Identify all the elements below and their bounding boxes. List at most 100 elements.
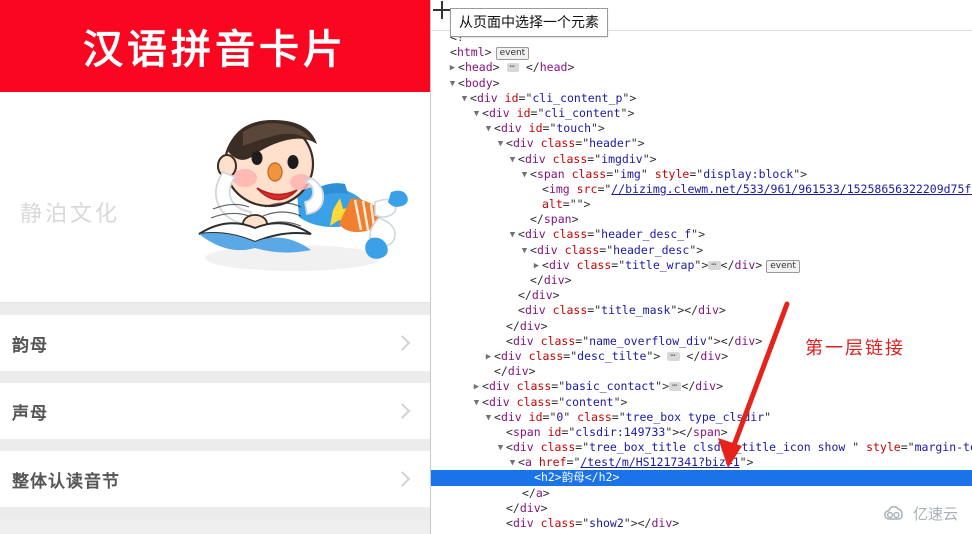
attr-name: class [516, 379, 552, 394]
list-item[interactable]: 整体认读音节 [0, 451, 430, 507]
attr-value-link[interactable]: //bizimg.clewm.net/533/961/961533/152586… [611, 182, 972, 196]
attr-value-link[interactable]: /test/m/HS1217341?biz=1 [580, 455, 739, 469]
attr-name: id [547, 424, 562, 439]
boy-reading-illustration [198, 120, 408, 271]
dom-line[interactable]: <a href="/test/m/HS1217341?biz=1"> [431, 455, 972, 470]
dom-line[interactable]: <div class="tree_box_title clsdir_title_… [431, 440, 972, 455]
tag-name: div [548, 257, 570, 272]
dom-tree[interactable]: <! <html>event <head> ⋯ </head> <body> <… [431, 30, 972, 534]
dom-line[interactable]: <span id="clsdir:149733"></span> [431, 425, 972, 440]
collapse-twisty[interactable] [507, 456, 518, 471]
list-item[interactable]: 声母 [0, 383, 430, 439]
tag-name: div [734, 333, 756, 348]
attr-value: margin-top: 0px; [914, 440, 972, 455]
list-item-label: 声母 [12, 403, 48, 424]
attr-name: class [552, 303, 588, 318]
collapse-twisty[interactable] [471, 107, 482, 122]
dom-line[interactable]: <div class="header"> [431, 136, 972, 151]
expand-twisty[interactable] [531, 259, 542, 274]
annotation-label: 第一层链接 [805, 338, 905, 359]
attr-value: display:block [703, 166, 794, 181]
dom-line[interactable]: </span> [431, 212, 972, 227]
attr-value: header_desc [613, 242, 690, 257]
attr-value: title_wrap [625, 257, 695, 272]
dom-line[interactable]: <body> [431, 76, 972, 91]
expand-twisty[interactable] [471, 380, 482, 395]
collapse-twisty[interactable] [507, 153, 518, 168]
event-badge[interactable]: event [766, 259, 800, 273]
dom-line[interactable]: <html> event [431, 45, 972, 61]
attr-value: desc_tilte [577, 348, 647, 363]
collapse-twisty[interactable] [507, 228, 518, 243]
page-title: 汉语拼音卡片 [83, 27, 347, 73]
list-gap [0, 303, 430, 315]
dom-line[interactable]: <div class="title_mask"></div> [431, 303, 972, 318]
tag-name: img [548, 181, 570, 196]
collapse-twisty[interactable] [471, 396, 482, 411]
collapse-twisty[interactable] [483, 122, 494, 137]
chevron-right-icon [394, 471, 411, 487]
dom-line[interactable]: </div> [431, 364, 972, 379]
dom-line[interactable]: <div class="header_desc"> [431, 243, 972, 258]
dom-line[interactable]: <head> ⋯ </head> [431, 60, 972, 75]
tag-name: div [519, 318, 541, 333]
chevron-right-icon [394, 335, 411, 351]
dom-line[interactable]: <div class="imgdiv"> [431, 152, 972, 167]
tag-name: div [500, 348, 522, 363]
tag-name: div [512, 440, 534, 455]
mobile-page-preview: 汉语拼音卡片 静泊文化 韵母 声母 整体认读音节 [0, 0, 431, 534]
collapsed-children-icon[interactable]: ⋯ [669, 382, 682, 392]
dom-line[interactable]: <img src="//bizimg.clewm.net/533/961/961… [431, 182, 972, 197]
inspect-element-icon[interactable] [433, 1, 451, 19]
dom-line[interactable]: alt=""> [431, 197, 972, 212]
attr-value: tree_box_title clsdir_title_icon show [589, 440, 853, 455]
dom-line[interactable]: </div> [431, 288, 972, 303]
collapse-twisty[interactable] [495, 441, 506, 456]
attr-value: title_mask [601, 303, 671, 318]
tag-name: head [464, 60, 493, 75]
collapse-twisty[interactable] [519, 168, 530, 183]
dom-line[interactable]: <div id="0" class="tree_box type_clsdir" [431, 410, 972, 425]
collapse-twisty[interactable] [483, 411, 494, 426]
attr-name: class [540, 516, 576, 530]
attr-name: id [528, 409, 543, 424]
dom-line[interactable]: </a> [431, 486, 972, 501]
attr-value: tree_box type_clsdir [625, 409, 765, 424]
attr-name: class [540, 136, 576, 151]
dom-line[interactable]: </div> [431, 319, 972, 334]
dom-line-selected[interactable]: <h2>韵母</h2> [431, 470, 972, 486]
expand-twisty[interactable] [447, 61, 458, 76]
dom-line[interactable]: <div id="touch"> [431, 121, 972, 136]
dom-line[interactable]: <div class="basic_contact">⋯</div> [431, 379, 972, 394]
tag-name: div [512, 516, 534, 530]
collapsed-children-icon[interactable]: ⋯ [506, 63, 519, 73]
watermark-text: 静泊文化 [20, 202, 121, 227]
dom-line[interactable]: <span class="img" style="display:block"> [431, 167, 972, 182]
attr-name: class [564, 242, 600, 257]
tag-name: div [651, 516, 673, 530]
attr-name: id [516, 105, 531, 120]
attr-name: class [552, 151, 588, 166]
dom-line[interactable]: <div id="cli_content"> [431, 106, 972, 121]
tag-name: div [695, 379, 717, 394]
collapse-twisty[interactable] [459, 92, 470, 107]
attr-value: img [620, 166, 641, 181]
attr-value: basic_contact [565, 379, 656, 394]
tag-name: div [488, 379, 510, 394]
dom-line[interactable]: <div id="cli_content_p"> [431, 91, 972, 106]
dom-line[interactable]: </div> [431, 273, 972, 288]
expand-twisty[interactable] [483, 350, 494, 365]
site-watermark: 亿速云 [882, 503, 958, 524]
attr-name: class [540, 440, 576, 455]
list-item[interactable]: 韵母 [0, 315, 430, 371]
collapse-twisty[interactable] [447, 77, 458, 92]
collapse-twisty[interactable] [495, 137, 506, 152]
event-badge[interactable]: event [495, 47, 530, 61]
collapse-twisty[interactable] [519, 244, 530, 259]
collapsed-children-icon[interactable]: ⋯ [667, 351, 680, 361]
dom-line[interactable]: <div class="content"> [431, 395, 972, 410]
dom-line[interactable]: <div class="header_desc_f"> [431, 227, 972, 242]
cloud-icon [884, 505, 903, 520]
dom-line[interactable]: <div class="title_wrap">⋯</div>event [431, 258, 972, 273]
collapsed-children-icon[interactable]: ⋯ [708, 260, 721, 270]
